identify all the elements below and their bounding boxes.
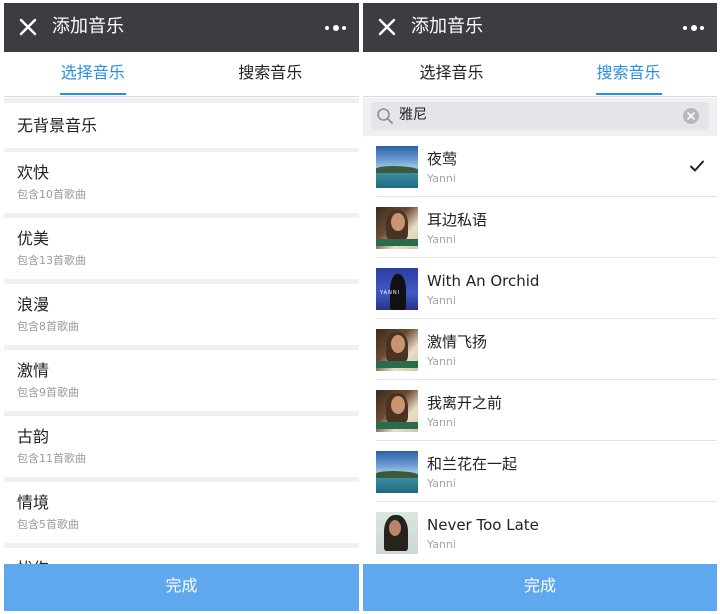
close-icon[interactable] — [17, 16, 39, 38]
clear-icon[interactable] — [683, 108, 699, 124]
album-cover — [376, 207, 418, 249]
done-button[interactable]: 完成 — [363, 564, 717, 611]
song-artist: Yanni — [427, 416, 456, 429]
category-list: 无背景音乐 欢快 包含10首歌曲 优美 包含13首歌曲 浪漫 包含8首歌曲 激情… — [4, 98, 359, 564]
song-item[interactable]: Never Too Late Yanni — [363, 502, 717, 563]
song-title: 耳边私语 — [427, 211, 488, 229]
song-item[interactable]: YANNI With An Orchid Yanni — [363, 258, 717, 319]
category-item-none[interactable]: 无背景音乐 — [4, 103, 359, 148]
tab-label: 搜索音乐 — [596, 63, 661, 82]
song-item[interactable]: 夜莺 Yanni — [363, 136, 717, 197]
song-item[interactable]: 我离开之前 Yanni — [363, 380, 717, 441]
song-artist: Yanni — [427, 477, 456, 490]
song-title: 我离开之前 — [427, 394, 503, 412]
song-title: 夜莺 — [427, 150, 458, 168]
tab-bar: 选择音乐 搜索音乐 — [363, 52, 717, 97]
category-name: 激情 — [17, 361, 50, 380]
search-input[interactable]: 雅尼 — [371, 102, 709, 130]
tab-select-music[interactable]: 选择音乐 — [363, 52, 540, 97]
category-item-beautiful[interactable]: 优美 包含13首歌曲 — [4, 218, 359, 279]
tab-bar: 选择音乐 搜索音乐 — [4, 52, 359, 97]
close-icon[interactable] — [376, 16, 398, 38]
tab-search-music[interactable]: 搜索音乐 — [540, 52, 717, 97]
category-item-passion[interactable]: 激情 包含9首歌曲 — [4, 350, 359, 411]
active-tab-indicator — [595, 93, 662, 95]
category-name: 欢快 — [17, 163, 50, 182]
header-title: 添加音乐 — [52, 16, 124, 37]
song-item[interactable]: 激情飞扬 Yanni — [363, 319, 717, 380]
header-bar: 添加音乐 — [363, 3, 717, 52]
more-dots-icon[interactable] — [683, 19, 705, 37]
done-button[interactable]: 完成 — [4, 564, 359, 611]
song-artist: Yanni — [427, 233, 456, 246]
search-area: 雅尼 — [363, 98, 717, 136]
song-title: 和兰花在一起 — [427, 455, 518, 473]
category-item-romantic[interactable]: 浪漫 包含8首歌曲 — [4, 284, 359, 345]
category-count: 包含8首歌曲 — [17, 320, 79, 333]
album-cover — [376, 512, 418, 554]
song-artist: Yanni — [427, 294, 456, 307]
tab-label: 选择音乐 — [419, 63, 484, 82]
category-item-happy[interactable]: 欢快 包含10首歌曲 — [4, 152, 359, 213]
active-tab-indicator — [59, 93, 126, 95]
category-name: 浪漫 — [17, 295, 50, 314]
category-name: 古韵 — [17, 427, 50, 446]
album-cover-text: YANNI — [380, 290, 401, 296]
song-item[interactable]: 耳边私语 Yanni — [363, 197, 717, 258]
select-music-panel: 添加音乐 选择音乐 搜索音乐 无背景音乐 欢快 包含10首歌曲 优美 包含13首… — [4, 3, 359, 611]
category-count: 包含5首歌曲 — [17, 518, 79, 531]
song-artist: Yanni — [427, 538, 456, 551]
category-name: 情境 — [17, 493, 50, 512]
tab-search-music[interactable]: 搜索音乐 — [182, 52, 360, 97]
album-cover — [376, 146, 418, 188]
album-cover — [376, 451, 418, 493]
search-input-value: 雅尼 — [399, 107, 427, 123]
category-count: 包含13首歌曲 — [17, 254, 86, 267]
category-name: 无背景音乐 — [17, 116, 98, 135]
category-count: 包含9首歌曲 — [17, 386, 79, 399]
album-cover — [376, 329, 418, 371]
header-title: 添加音乐 — [411, 16, 483, 37]
album-cover: YANNI — [376, 268, 418, 310]
search-icon — [377, 108, 393, 124]
category-name: 优美 — [17, 229, 50, 248]
more-dots-icon[interactable] — [325, 19, 347, 37]
category-item-sad[interactable]: 忧伤 — [4, 548, 359, 564]
song-list: 夜莺 Yanni 耳边私语 Yanni YANNI With An Orchid… — [363, 136, 717, 564]
category-count: 包含11首歌曲 — [17, 452, 86, 465]
search-music-panel: 添加音乐 选择音乐 搜索音乐 雅尼 夜莺 Yanni 耳边私语 Yanni YA… — [363, 3, 717, 611]
song-title: Never Too Late — [427, 516, 539, 534]
check-icon — [690, 160, 704, 172]
category-count: 包含10首歌曲 — [17, 188, 86, 201]
tab-label: 搜索音乐 — [238, 63, 303, 82]
song-title: 激情飞扬 — [427, 333, 488, 351]
song-item[interactable]: 和兰花在一起 Yanni — [363, 441, 717, 502]
song-artist: Yanni — [427, 355, 456, 368]
header-bar: 添加音乐 — [4, 3, 359, 52]
category-item-scene[interactable]: 情境 包含5首歌曲 — [4, 482, 359, 543]
album-cover — [376, 390, 418, 432]
song-artist: Yanni — [427, 172, 456, 185]
category-item-ancient[interactable]: 古韵 包含11首歌曲 — [4, 416, 359, 477]
song-title: With An Orchid — [427, 272, 540, 290]
tab-label: 选择音乐 — [60, 63, 125, 82]
tab-select-music[interactable]: 选择音乐 — [4, 52, 182, 97]
